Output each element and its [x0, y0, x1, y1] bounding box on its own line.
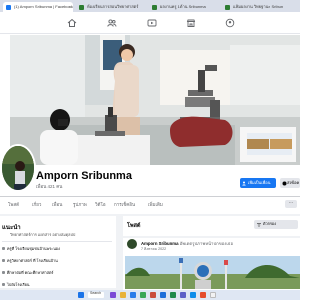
browser-tab-4[interactable]: แฟ้มผลงาน วิทยฐานะ Sribun — [222, 2, 294, 12]
post-image-graphic — [125, 256, 300, 289]
work-icon — [2, 247, 5, 250]
task-view-icon[interactable] — [110, 292, 116, 298]
excel-icon[interactable] — [170, 292, 176, 298]
filter-label: ตัวกรอง — [263, 222, 277, 226]
profile-avatar[interactable] — [0, 144, 36, 192]
tab-about[interactable]: เกี่ยว — [32, 201, 41, 208]
windows-start-icon[interactable] — [78, 292, 84, 298]
facebook-top-nav — [0, 12, 300, 34]
taskbar: Search — [0, 290, 300, 300]
add-friend-label: เพิ่มเป็นเพื่อน — [248, 180, 271, 185]
tab-posts[interactable]: โพสต์ — [8, 201, 19, 208]
edge-browser-icon[interactable] — [130, 292, 136, 298]
facebook-favicon-icon — [6, 5, 11, 10]
watch-icon[interactable] — [147, 18, 157, 28]
tab-more[interactable]: เพิ่มเติม — [148, 201, 163, 208]
intro-divider — [2, 241, 112, 242]
more-options-button[interactable]: ··· — [285, 200, 297, 208]
friends-count[interactable]: เพื่อน 421 คน — [36, 183, 62, 190]
filter-icon — [257, 222, 261, 227]
add-user-icon — [242, 181, 246, 185]
post-author-avatar[interactable] — [127, 239, 137, 249]
posts-title: โพสต์ — [127, 223, 141, 229]
app-icon[interactable] — [210, 292, 216, 298]
tab-label: ห้องเรียนการสอนวิทยาศาสตร์ — [87, 4, 139, 9]
browser-tab-3[interactable]: ผลงานครู 1ด้าน Sribunma — [149, 2, 219, 12]
add-friend-button[interactable]: เพิ่มเป็นเพื่อน — [240, 178, 276, 188]
filter-button[interactable]: ตัวกรอง — [254, 220, 298, 229]
file-explorer-icon[interactable] — [120, 292, 126, 298]
profile-tabs: โพสต์ เกี่ยว เพื่อน รูปภาพ วิดีโอ การเช็… — [0, 199, 300, 211]
work-icon — [2, 259, 5, 262]
powerpoint-icon[interactable] — [150, 292, 156, 298]
profile-divider — [0, 196, 300, 197]
tab-label: ผลงานครู 1ด้าน Sribunma — [160, 4, 206, 9]
browser-tab-2[interactable]: ห้องเรียนการสอนวิทยาศาสตร์ — [76, 2, 146, 12]
intro-bio: วิทยาศาสตร์การ แยกสาร อย่างสมดุลปป — [10, 233, 76, 237]
sheets-favicon-icon — [152, 5, 157, 10]
intro-line: ครูวิทยาศาสตร์ ที่ โรงเรียนบ้าน — [7, 259, 58, 263]
intro-line: ไปยังโรงเรียน — [7, 283, 30, 287]
home-icon[interactable] — [67, 18, 77, 28]
groups-icon[interactable] — [225, 18, 235, 28]
avatar-image — [2, 146, 34, 190]
close-icon[interactable]: × — [69, 2, 71, 12]
post-image[interactable] — [125, 256, 300, 289]
app-icon[interactable] — [200, 292, 206, 298]
tab-photos[interactable]: รูปภาพ — [73, 201, 87, 208]
sheets-favicon-icon — [79, 5, 84, 10]
sheets-favicon-icon — [225, 5, 230, 10]
cover-photo-image — [10, 35, 300, 165]
word-icon[interactable] — [160, 292, 166, 298]
tab-label: (1) Amporn Sribunma | Facebook — [14, 4, 73, 9]
tab-label: แฟ้มผลงาน วิทยฐานะ Sribun — [233, 4, 284, 9]
messenger-icon — [282, 181, 286, 185]
friends-icon[interactable] — [107, 18, 117, 28]
tab-friends[interactable]: เพื่อน — [52, 201, 62, 208]
browser-tab-facebook[interactable]: (1) Amporn Sribunma | Facebook × — [3, 2, 73, 12]
tab-checkins[interactable]: การเช็คอิน — [114, 201, 135, 208]
intro-line: ครูที่ โรงเรียนชุมชนบ้านพระนอง — [7, 247, 60, 251]
taskbar-search-label: Search — [90, 291, 102, 295]
post-action-text: อัพเดตรูปภาพหน้าปกของเธอ — [179, 241, 234, 246]
chrome-browser-icon[interactable] — [140, 292, 146, 298]
post-date[interactable]: 7 สิงหาคม 2022 — [141, 246, 166, 252]
browser-tab-strip: (1) Amporn Sribunma | Facebook × ห้องเรี… — [0, 0, 300, 12]
message-label: ส่งข้อค — [287, 180, 300, 185]
zoom-icon[interactable] — [190, 292, 196, 298]
home-location-icon — [2, 283, 5, 286]
education-icon — [2, 271, 5, 274]
tab-videos[interactable]: วิดีโอ — [95, 201, 106, 208]
intro-title: แนะนำ — [2, 225, 21, 231]
cover-photo[interactable] — [10, 35, 300, 165]
intro-line: ศึกษาต่อที่ คณะศึกษาศาสตร์ — [7, 271, 54, 275]
profile-name: Amporn Sribunma — [36, 170, 132, 182]
message-button[interactable]: ส่งข้อค — [280, 178, 300, 188]
teams-icon[interactable] — [180, 292, 186, 298]
marketplace-icon[interactable] — [186, 18, 196, 28]
